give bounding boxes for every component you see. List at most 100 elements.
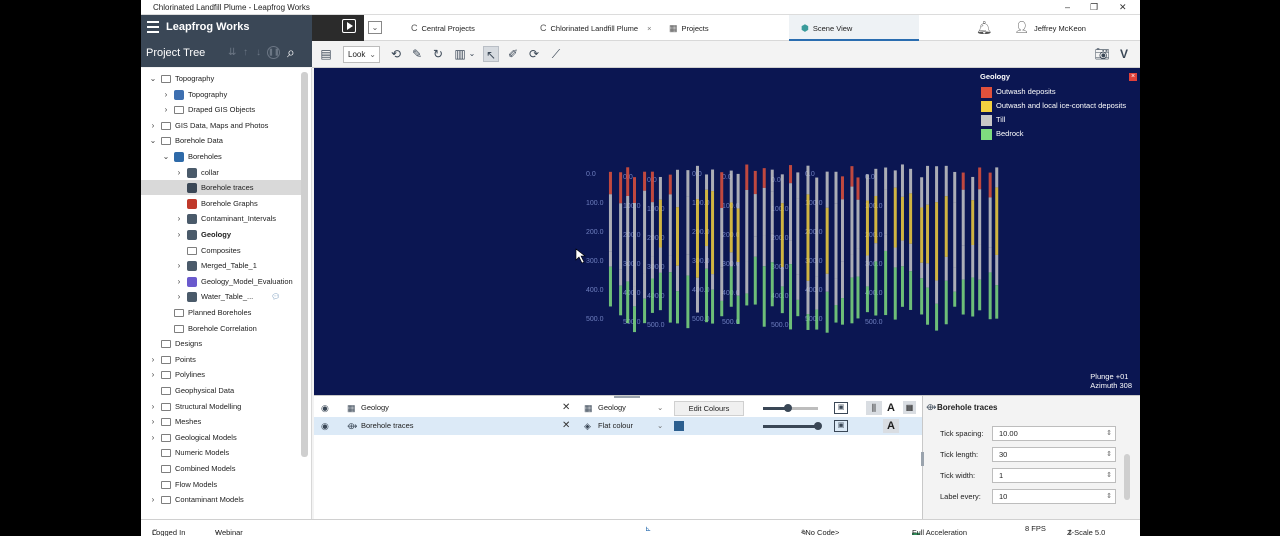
panel-resize-handle[interactable] [614,396,640,398]
visibility-eye-icon[interactable]: ◉ [321,417,329,435]
chevron-right-icon[interactable]: › [149,118,157,133]
tree-item[interactable]: › GIS Data, Maps and Photos [141,118,301,133]
tree-item[interactable]: ⌄ Topography [141,71,301,86]
tree-item[interactable]: ⌄ Borehole Data [141,133,301,148]
shape-row-borehole-traces[interactable]: ◉ ⟴ Borehole traces ✕ ◈ Flat colour ⌄ ▣ … [314,417,922,435]
chevron-right-icon[interactable]: › [149,352,157,367]
tree-item[interactable]: Designs [141,336,301,351]
chevron-down-icon[interactable]: ⌄ [657,399,663,417]
chevron-right-icon[interactable]: › [175,274,183,289]
tree-item[interactable]: › Water_Table_... 💬︎ [141,289,301,304]
tab-scene-view[interactable]: ⬢ Scene View [789,15,919,41]
tree-item[interactable]: › Merged_Table_1 [141,258,301,273]
tab-projects[interactable]: ▦ Projects [669,15,709,41]
chevron-down-icon[interactable]: ⌄ [162,149,170,164]
property-spinbox[interactable]: 10.00 [992,426,1116,441]
tree-item[interactable]: › Geological Models [141,430,301,445]
properties-scrollbar[interactable] [1124,454,1130,500]
tab-chlorinated-landfill-plume[interactable]: C Chlorinated Landfill Plume × [540,15,651,41]
lighting-icon[interactable]: ▣ [834,420,848,432]
look-dropdown[interactable]: Look ⌄ [343,46,380,63]
chevron-right-icon[interactable]: › [175,165,183,180]
pause-icon[interactable]: ❚❚ [267,46,280,59]
chevron-right-icon[interactable]: › [149,414,157,429]
close-icon[interactable]: ✕ [1119,2,1127,13]
chevron-right-icon[interactable]: › [149,367,157,382]
tree-item[interactable]: Geophysical Data [141,383,301,398]
tree-item[interactable]: Planned Boreholes [141,305,301,320]
slicer-box-icon[interactable]: ▥ [452,46,468,62]
tree-item[interactable]: Numeric Models [141,445,301,460]
property-spinbox[interactable]: 1 [992,468,1116,483]
tree-item[interactable]: Borehole Correlation [141,321,301,336]
tree-scrollbar[interactable] [301,72,308,457]
cycle-icon[interactable]: ⟳ [526,46,542,62]
chevron-down-icon[interactable]: ⌄ [368,21,382,34]
chevron-right-icon[interactable]: › [175,227,183,242]
chevron-right-icon[interactable]: › [175,211,183,226]
tree-item[interactable]: › collar [141,165,301,180]
label-a-icon[interactable]: A [883,419,899,433]
user-name[interactable]: Jeffrey McKeon [1034,24,1086,33]
tree-item[interactable]: › Structural Modelling [141,399,301,414]
collapse-tree-icon[interactable]: ⇊ [228,47,236,58]
chevron-right-icon[interactable]: › [149,492,157,507]
property-spinbox[interactable]: 10 [992,489,1116,504]
visibility-eye-icon[interactable]: ◉ [321,399,329,417]
chevron-right-icon[interactable]: › [162,87,170,102]
tree-item[interactable]: › Contaminant_Intervals [141,211,301,226]
scene-settings-icon[interactable]: ▤ [318,46,334,62]
chevron-right-icon[interactable]: › [162,102,170,117]
ruler-icon[interactable]: ⟋ [548,46,564,62]
play-icon[interactable] [342,19,356,33]
bell-icon[interactable]: 🔔︎ [976,20,993,36]
select-pointer-icon[interactable]: ↖ [483,46,499,62]
tree-item[interactable]: › Meshes [141,414,301,429]
move-up-icon[interactable]: ↑ [243,47,248,58]
opacity-slider[interactable] [763,404,818,412]
legend-close-icon[interactable]: × [1129,73,1137,81]
chevron-right-icon[interactable]: › [175,258,183,273]
close-tab-icon[interactable]: × [647,24,651,33]
tree-item[interactable]: › Topography [141,87,301,102]
scene-view[interactable]: 0.0 100.0 200.0 300.0 400.0 500.0 0.0 100.0 200.… [314,68,1140,395]
rotate-icon[interactable]: ⟲ [388,46,404,62]
colouring-select[interactable]: Geology [598,399,626,417]
tree-item[interactable]: › Geology [141,227,301,242]
remove-shape-icon[interactable]: ✕ [562,399,570,417]
panel-resize-handle[interactable] [921,452,924,466]
tree-item[interactable]: Borehole Graphs [141,196,301,211]
v-badge-icon[interactable]: V [1116,46,1132,62]
tree-item[interactable]: › Geology_Model_Evaluation [141,274,301,289]
edit-colours-button[interactable]: Edit Colours [674,401,744,416]
colouring-select[interactable]: Flat colour [598,417,633,435]
grid-icon[interactable]: ▦ [903,401,916,414]
chevron-right-icon[interactable]: › [149,399,157,414]
user-icon[interactable]: 👤︎ [1014,20,1029,34]
chevron-right-icon[interactable]: › [149,430,157,445]
minimize-icon[interactable]: – [1065,2,1070,12]
tab-central-projects[interactable]: C Central Projects [411,15,475,41]
move-down-icon[interactable]: ↓ [256,47,261,58]
lighting-icon[interactable]: ▣ [834,402,848,414]
pencil-icon[interactable]: ✐ [505,46,521,62]
shape-row-geology[interactable]: ◉ ▦ Geology ✕ ▦ Geology ⌄ Edit Colours ▣… [314,399,922,417]
refresh-icon[interactable]: ↻ [430,46,446,62]
chevron-down-icon[interactable]: ⌄ [149,133,157,148]
property-spinbox[interactable]: 30 [992,447,1116,462]
colour-swatch[interactable] [674,421,684,431]
label-a-icon[interactable]: A [887,399,895,417]
tree-item[interactable]: Combined Models [141,461,301,476]
camera-icon[interactable]: 📷︎ [1094,46,1110,62]
login-status[interactable]: C Logged In ⌄ [152,524,185,536]
menu-icon[interactable] [147,21,159,33]
tree-item[interactable]: Flow Models [141,477,301,492]
tree-item[interactable]: › Polylines [141,367,301,382]
draw-slice-icon[interactable]: ✎ [409,46,425,62]
tree-item[interactable]: › Points [141,352,301,367]
tree-item[interactable]: › Contaminant Models [141,492,301,507]
chevron-down-icon[interactable]: ⌄ [657,417,663,435]
opacity-slider[interactable] [763,422,822,430]
tree-item[interactable]: ⌄ Boreholes [141,149,301,164]
chevron-down-icon[interactable]: ⌄ [149,71,157,86]
